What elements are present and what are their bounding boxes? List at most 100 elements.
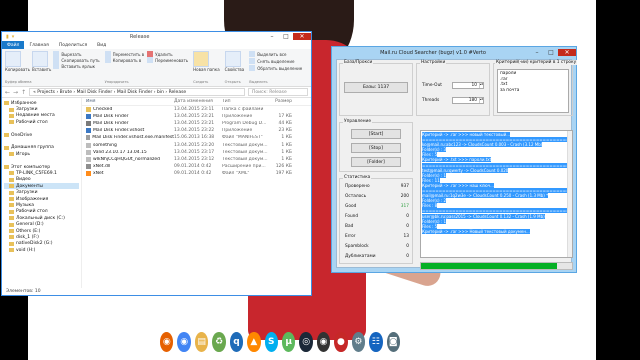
file-row[interactable]: something 13.04.2015 23:20 Текстовый докум… (82, 141, 311, 148)
skype-icon[interactable]: S (264, 332, 278, 352)
group-control-label: Управление (343, 119, 372, 124)
file-row[interactable]: Valid 23.10.17 13.04.15 13.04.2015 23:17 Т… (82, 149, 311, 156)
file-row[interactable]: wIkNhjCCqHQGUt_normalized 13.04.2015 23:1… (82, 156, 311, 163)
start-button[interactable]: [Start] (351, 129, 401, 139)
nav-item-label: Видео (16, 177, 31, 183)
file-type: Расширение при... (222, 163, 266, 169)
properties-button[interactable]: Свойства (224, 51, 244, 72)
search-input[interactable]: Поиск: Release (248, 88, 308, 96)
up-icon[interactable]: ↑ (21, 89, 26, 96)
nav-item-label: Музыка (16, 202, 34, 208)
timeout-spinner-icon[interactable]: ▴▾ (479, 83, 483, 88)
folder-icon (4, 145, 9, 150)
select-none-label: Снять выделение (257, 58, 295, 64)
column-size[interactable]: Размер (268, 99, 292, 104)
threads-input[interactable]: 180 ▴▾ (452, 97, 484, 104)
file-size: 44 КБ (278, 121, 292, 127)
ribbon-tabs: Файл Главная Поделиться Вид (2, 41, 311, 49)
firefox-icon[interactable]: ◉ (160, 332, 174, 352)
address-bar[interactable]: « Projects › Brute › Mail Disk Finder › … (29, 88, 245, 96)
nav-item-label: Others (E:) (16, 228, 41, 234)
utorrent-icon[interactable]: µ (282, 332, 296, 352)
new-folder-button[interactable]: Новая папка (193, 51, 220, 72)
close-button[interactable]: ✕ (293, 33, 311, 40)
nav-item[interactable]: void (H:) (4, 247, 79, 253)
invert-selection-button[interactable]: Обратить выделение (249, 65, 302, 71)
bases-button[interactable]: Базы: 1137 (344, 82, 408, 93)
folder-icon (9, 190, 14, 195)
eye-icon[interactable]: ◉ (316, 332, 331, 352)
maximize-button[interactable]: □ (544, 49, 558, 56)
network-icon[interactable]: ☷ (369, 332, 383, 352)
folder-button[interactable]: [Folder] (351, 157, 401, 167)
copy-to-button[interactable]: Копировать в (104, 57, 144, 63)
minimize-button[interactable]: – (265, 33, 279, 40)
threads-value: 180 (468, 98, 477, 103)
forward-icon[interactable]: → (13, 89, 18, 96)
folder-icon (9, 209, 14, 214)
timeout-input[interactable]: 10 ▴▾ (452, 82, 484, 89)
rename-button[interactable]: Переименовать (147, 57, 188, 63)
stop-button[interactable]: [Stop] (351, 143, 401, 153)
tab-share[interactable]: Поделиться (54, 43, 92, 48)
file-type: Приложение (222, 114, 253, 120)
maximize-button[interactable]: □ (279, 33, 293, 40)
log-output[interactable]: Критерий -> .rar >>> новый текстовый... =… (420, 130, 573, 258)
status-bar: Элементов: 10 (6, 289, 41, 294)
log-scrollbar[interactable] (567, 131, 572, 257)
file-name: Checked (82, 107, 174, 113)
back-icon[interactable]: ← (5, 89, 10, 96)
settings-icon[interactable]: ⚙ (351, 332, 366, 352)
file-name: something (82, 142, 174, 148)
file-row[interactable]: Mail Disk Finder 13.04.2015 23:21 Приложен… (82, 113, 311, 120)
column-name[interactable]: Имя (82, 99, 174, 104)
explorer-titlebar[interactable]: ▮ ▾ Release – □ ✕ (2, 32, 311, 41)
searcher-titlebar[interactable]: Mail.ru Cloud Searcher (bugz) v1.0 #Vert… (332, 47, 576, 58)
file-row[interactable]: Mail Disk Finder.vshost 13.04.2015 23:22 П… (82, 127, 311, 134)
folder-icon (9, 113, 14, 118)
searcher-window: Mail.ru Cloud Searcher (bugz) v1.0 #Vert… (331, 46, 578, 273)
file-row[interactable]: xNet.dll 09.01.2014 0:42 Расширение при...… (82, 163, 311, 170)
chrome-icon[interactable]: ◉ (177, 332, 191, 352)
criteria-textarea[interactable]: пароли .rar .txt за почта (497, 69, 569, 113)
tab-home[interactable]: Главная (24, 43, 53, 48)
tab-view[interactable]: Вид (92, 43, 111, 48)
vlc-icon[interactable]: ▲ (247, 332, 261, 352)
file-row[interactable]: Mail Disk Finder 13.04.2015 23:21 Program … (82, 120, 311, 127)
file-icon (86, 163, 91, 169)
file-row[interactable]: Checked 13.04.2015 23:11 Папка с файлами (82, 106, 311, 113)
camera-icon[interactable]: ◙ (386, 332, 400, 352)
select-all-button[interactable]: Выделить все (249, 51, 302, 57)
folder-icon (9, 248, 14, 253)
file-date: 13.04.2015 23:12 (174, 156, 215, 162)
qbittorrent-icon[interactable]: q (229, 332, 244, 352)
pin-icon[interactable]: ● (334, 332, 348, 352)
minimize-button[interactable]: – (530, 49, 544, 56)
log-line: Критерий -> .rar >>> Новый текстовый док… (422, 228, 571, 234)
file-row[interactable]: xNet 09.01.2014 0:42 Файл "XML" 197 КБ (82, 170, 311, 177)
threads-spinner-icon[interactable]: ▴▾ (479, 98, 483, 103)
close-button[interactable]: ✕ (558, 49, 576, 56)
address-row: ← → ↑ « Projects › Brute › Mail Disk Fin… (2, 87, 311, 98)
recycle-icon[interactable]: ♻ (212, 332, 226, 352)
tab-file[interactable]: Файл (2, 41, 25, 49)
column-date[interactable]: Дата изменения (174, 99, 222, 104)
paste-button[interactable]: Вставить (31, 51, 51, 72)
progress-bar (420, 262, 573, 270)
file-size: 1 КБ (281, 135, 292, 141)
steam-icon[interactable]: ◎ (299, 332, 313, 352)
file-list: Имя Дата изменения Тип Размер Checked 13.… (82, 98, 311, 288)
group-stats-label: Статистика (343, 175, 372, 180)
group-search-label: Критерий(-ии) критерий в 1 строку (495, 60, 578, 65)
file-type: Текстовый докум... (222, 142, 268, 148)
file-name-text: Mail Disk Finder.vshost (93, 128, 145, 134)
file-row[interactable]: Mail Disk Finder.vshost.exe.manifest 15.0… (82, 134, 311, 141)
folder-icon[interactable]: ▤ (194, 332, 209, 352)
copy-button[interactable]: Копировать (5, 51, 30, 72)
select-none-button[interactable]: Снять выделение (249, 58, 302, 64)
stat-label: Error (345, 234, 356, 239)
nav-item-label: Изображения (16, 196, 49, 202)
paste-shortcut-button[interactable]: Вставить ярлык (53, 63, 99, 69)
column-type[interactable]: Тип (222, 99, 268, 104)
ribbon-group-caption: Выделить (249, 80, 268, 84)
